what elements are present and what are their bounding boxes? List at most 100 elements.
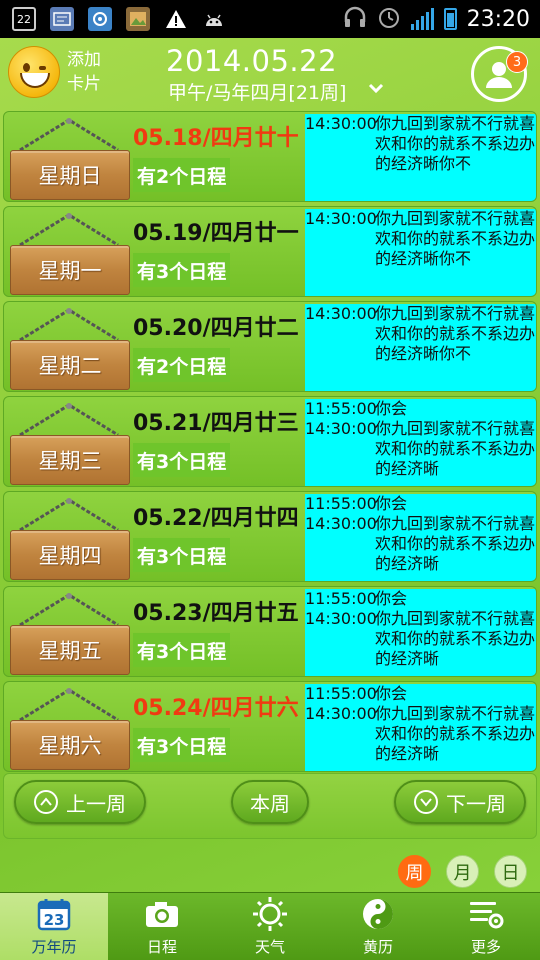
add-card-button[interactable]: 添加 卡片 — [67, 48, 107, 96]
weekday-sign: 星期一 — [8, 211, 130, 296]
bottom-navigation: 23 万年历 日程 天气 黄历 更多 — [0, 892, 540, 960]
event-text: 你会 — [375, 684, 408, 703]
weekday-label: 星期一 — [10, 245, 130, 295]
event-time: 14:30:00 — [305, 704, 377, 723]
weekday-sign: 星期二 — [8, 306, 130, 391]
event-time: 11:55:00 — [305, 589, 377, 608]
schedule-event: 11:55:00 你会 — [305, 399, 536, 419]
nav-schedule-label: 日程 — [146, 938, 177, 956]
schedule-event: 14:30:00 你九回到家就不行就喜欢和你的就系不系边办的经济晰你不 — [305, 114, 536, 174]
app-icon — [88, 7, 112, 31]
event-text: 你九回到家就不行就喜欢和你的就系不系边办的经济晰你不 — [375, 114, 536, 173]
event-time: 11:55:00 — [305, 684, 377, 703]
event-time: 14:30:00 — [305, 114, 377, 133]
event-time: 14:30:00 — [305, 514, 377, 533]
sun-icon — [252, 896, 288, 932]
nav-calendar[interactable]: 23 万年历 — [0, 893, 108, 960]
schedule-event: 14:30:00 你九回到家就不行就喜欢和你的就系不系边办的经济晰你不 — [305, 304, 536, 364]
view-mode-toggles: 周 月 日 — [398, 855, 527, 888]
schedule-event: 14:30:00 你九回到家就不行就喜欢和你的就系不系边办的经济晰 — [305, 609, 536, 669]
day-row[interactable]: 星期六 05.24/四月廿六 有3个日程 11:55:00 你会 14:30:00 你九回到… — [3, 681, 537, 772]
day-row[interactable]: 星期一 05.19/四月廿一有3个日程 14:30:00 你九回到家就不行就喜欢和你的… — [3, 206, 537, 297]
schedule-count: 有3个日程 — [133, 538, 231, 572]
day-row[interactable]: 星期五 05.23/四月廿五有3个日程 11:55:00 你会 14:30:00 你九回到… — [3, 586, 537, 677]
schedule-count: 有2个日程 — [133, 348, 231, 382]
day-date: 05.19/四月廿一 — [133, 221, 299, 246]
chain-icon — [19, 213, 119, 247]
schedule-preview[interactable]: 14:30:00 你九回到家就不行就喜欢和你的就系不系边办的经济晰你不 — [305, 209, 536, 296]
signal-e-icon — [410, 8, 434, 30]
schedule-count: 有2个日程 — [133, 158, 231, 192]
weekday-label: 星期四 — [10, 530, 130, 580]
current-week-label: 本周 — [250, 791, 290, 816]
day-row[interactable]: 星期三 05.21/四月廿三 有3个日程 11:55:00 你会 14:30:00 你九回到… — [3, 396, 537, 487]
weekday-sign: 星期五 — [8, 591, 130, 676]
week-navigation: 上一周 本周 下一周 — [3, 773, 537, 839]
nav-weather-label: 天气 — [254, 938, 285, 956]
chevron-up-icon — [34, 790, 58, 814]
schedule-count: 有3个日程 — [133, 728, 231, 762]
day-date: 05.18/四月廿十 — [133, 126, 299, 151]
nav-almanac-label: 黄历 — [362, 938, 393, 956]
schedule-event: 11:55:00 你会 — [305, 494, 536, 514]
card-icon — [50, 7, 74, 31]
schedule-preview[interactable]: 14:30:00 你九回到家就不行就喜欢和你的就系不系边办的经济晰你不 — [305, 304, 536, 391]
nav-schedule[interactable]: 日程 — [108, 893, 216, 960]
more-settings-icon — [468, 896, 504, 932]
weekday-sign: 星期日 — [8, 116, 130, 201]
day-date: 05.23/四月廿五 — [133, 601, 299, 626]
current-week-button[interactable]: 本周 — [231, 780, 309, 824]
schedule-preview[interactable]: 11:55:00 你会 14:30:00 你九回到家就不行就喜欢和你的就系不系边办的经… — [305, 684, 536, 771]
event-time: 14:30:00 — [305, 609, 377, 628]
chain-icon — [19, 118, 119, 152]
schedule-preview[interactable]: 11:55:00 你会 14:30:00 你九回到家就不行就喜欢和你的就系不系边办的经… — [305, 494, 536, 581]
user-profile-button[interactable]: 3 — [471, 46, 528, 102]
schedule-preview[interactable]: 14:30:00 你九回到家就不行就喜欢和你的就系不系边办的经济晰你不 — [305, 114, 536, 201]
status-calendar-day: 22 — [17, 12, 31, 26]
chain-icon — [19, 593, 119, 627]
schedule-event: 14:30:00 你九回到家就不行就喜欢和你的就系不系边办的经济晰 — [305, 419, 536, 479]
smiley-face-icon[interactable] — [8, 46, 60, 98]
weekday-sign: 星期三 — [8, 401, 130, 486]
nav-almanac[interactable]: 黄历 — [324, 893, 432, 960]
day-row[interactable]: 星期二 05.20/四月廿二有2个日程 14:30:00 你九回到家就不行就喜欢和你的… — [3, 301, 537, 392]
event-text: 你九回到家就不行就喜欢和你的就系不系边办的经济晰你不 — [375, 209, 536, 268]
current-date[interactable]: 2014.05.22 — [166, 44, 337, 78]
yin-yang-icon — [360, 896, 396, 932]
schedule-event: 11:55:00 你会 — [305, 589, 536, 609]
prev-week-label: 上一周 — [66, 791, 126, 816]
schedule-preview[interactable]: 11:55:00 你会 14:30:00 你九回到家就不行就喜欢和你的就系不系边办的经… — [305, 589, 536, 676]
weekday-label: 星期六 — [10, 720, 130, 770]
nav-calendar-label: 万年历 — [31, 938, 77, 956]
chain-icon — [19, 498, 119, 532]
nav-more[interactable]: 更多 — [432, 893, 540, 960]
event-text: 你九回到家就不行就喜欢和你的就系不系边办的经济晰 — [375, 419, 536, 478]
day-row[interactable]: 星期日 05.18/四月廿十有2个日程 14:30:00 你九回到家就不行就喜欢和你的… — [3, 111, 537, 202]
chain-icon — [19, 688, 119, 722]
schedule-preview[interactable]: 11:55:00 你会 14:30:00 你九回到家就不行就喜欢和你的就系不系边办的经… — [305, 399, 536, 486]
lunar-date[interactable]: 甲午/马年四月[21周] — [168, 78, 346, 105]
chain-icon — [19, 403, 119, 437]
view-week-toggle[interactable]: 周 — [398, 855, 431, 888]
event-time: 11:55:00 — [305, 399, 377, 418]
chevron-down-icon — [414, 790, 438, 814]
nav-weather[interactable]: 天气 — [216, 893, 324, 960]
clock-time: 23:20 — [466, 6, 530, 32]
schedule-count: 有3个日程 — [133, 253, 231, 287]
warning-icon — [164, 7, 188, 31]
chevron-down-icon[interactable] — [366, 78, 386, 98]
weekday-sign: 星期六 — [8, 686, 130, 771]
view-day-toggle[interactable]: 日 — [494, 855, 527, 888]
day-date: 05.20/四月廿二 — [133, 316, 299, 341]
notification-badge: 3 — [506, 51, 528, 73]
event-text: 你九回到家就不行就喜欢和你的就系不系边办的经济晰你不 — [375, 304, 536, 363]
view-month-toggle[interactable]: 月 — [446, 855, 479, 888]
next-week-label: 下一周 — [446, 791, 506, 816]
prev-week-button[interactable]: 上一周 — [14, 780, 146, 824]
next-week-button[interactable]: 下一周 — [394, 780, 526, 824]
calendar-icon: 23 — [36, 896, 72, 932]
header: 添加 卡片 2014.05.22 甲午/马年四月[21周] 3 — [0, 38, 540, 108]
event-time: 14:30:00 — [305, 209, 377, 228]
schedule-count: 有3个日程 — [133, 633, 231, 667]
day-row[interactable]: 星期四 05.22/四月廿四 有3个日程 11:55:00 你会 14:30:00 你九回到… — [3, 491, 537, 582]
